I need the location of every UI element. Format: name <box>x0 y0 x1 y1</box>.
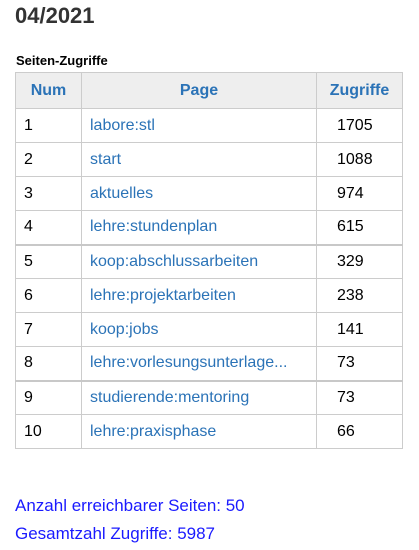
section-title: Seiten-Zugriffe <box>16 53 108 68</box>
hit-count: 66 <box>316 414 403 449</box>
table-row: 7 koop:jobs 141 <box>15 312 403 347</box>
column-header-hits[interactable]: Zugriffe <box>316 72 403 109</box>
page-link[interactable]: koop:abschlussarbeiten <box>81 243 317 279</box>
page-link[interactable]: lehre:stundenplan <box>81 210 317 245</box>
row-num: 9 <box>15 379 82 415</box>
row-num: 3 <box>15 176 82 211</box>
table-header-row: Num Page Zugriffe <box>15 72 403 109</box>
table-row: 9 studierende:mentoring 73 <box>15 379 403 415</box>
table-row: 2 start 1088 <box>15 142 403 177</box>
row-num: 8 <box>15 346 82 381</box>
total-hits-summary: Gesamtzahl Zugriffe: 5987 <box>15 524 216 543</box>
page-link[interactable]: start <box>81 142 317 177</box>
page-link[interactable]: koop:jobs <box>81 312 317 347</box>
reachable-pages-summary: Anzahl erreichbarer Seiten: 50 <box>15 496 245 515</box>
row-num: 1 <box>15 108 82 143</box>
table-row: 3 aktuelles 974 <box>15 176 403 211</box>
hit-count: 1088 <box>316 142 403 177</box>
row-num: 4 <box>15 210 82 245</box>
column-header-page[interactable]: Page <box>81 72 317 109</box>
table-row: 8 lehre:vorlesungsunterlage... 73 <box>15 346 403 381</box>
page: 04/2021 Seiten-Zugriffe Num Page Zugriff… <box>0 0 419 550</box>
page-link[interactable]: lehre:projektarbeiten <box>81 278 317 313</box>
row-num: 6 <box>15 278 82 313</box>
row-num: 5 <box>15 243 82 279</box>
table-row: 4 lehre:stundenplan 615 <box>15 210 403 245</box>
table-row: 1 labore:stl 1705 <box>15 108 403 143</box>
page-link[interactable]: lehre:praxisphase <box>81 414 317 449</box>
page-link[interactable]: studierende:mentoring <box>81 379 317 415</box>
row-num: 2 <box>15 142 82 177</box>
row-num: 10 <box>15 414 82 449</box>
column-header-num[interactable]: Num <box>15 72 82 109</box>
page-hits-table: Num Page Zugriffe 1 labore:stl 1705 2 st… <box>15 72 403 449</box>
table-row: 10 lehre:praxisphase 66 <box>15 414 403 449</box>
table-row: 5 koop:abschlussarbeiten 329 <box>15 243 403 279</box>
row-num: 7 <box>15 312 82 347</box>
hit-count: 615 <box>316 210 403 245</box>
page-link[interactable]: aktuelles <box>81 176 317 211</box>
hit-count: 73 <box>316 379 403 415</box>
table-row: 6 lehre:projektarbeiten 238 <box>15 278 403 313</box>
month-title: 04/2021 <box>15 3 95 28</box>
hit-count: 238 <box>316 278 403 313</box>
page-link[interactable]: labore:stl <box>81 108 317 143</box>
hit-count: 141 <box>316 312 403 347</box>
hit-count: 73 <box>316 346 403 381</box>
hit-count: 974 <box>316 176 403 211</box>
page-link[interactable]: lehre:vorlesungsunterlage... <box>81 346 317 381</box>
hit-count: 1705 <box>316 108 403 143</box>
hit-count: 329 <box>316 243 403 279</box>
